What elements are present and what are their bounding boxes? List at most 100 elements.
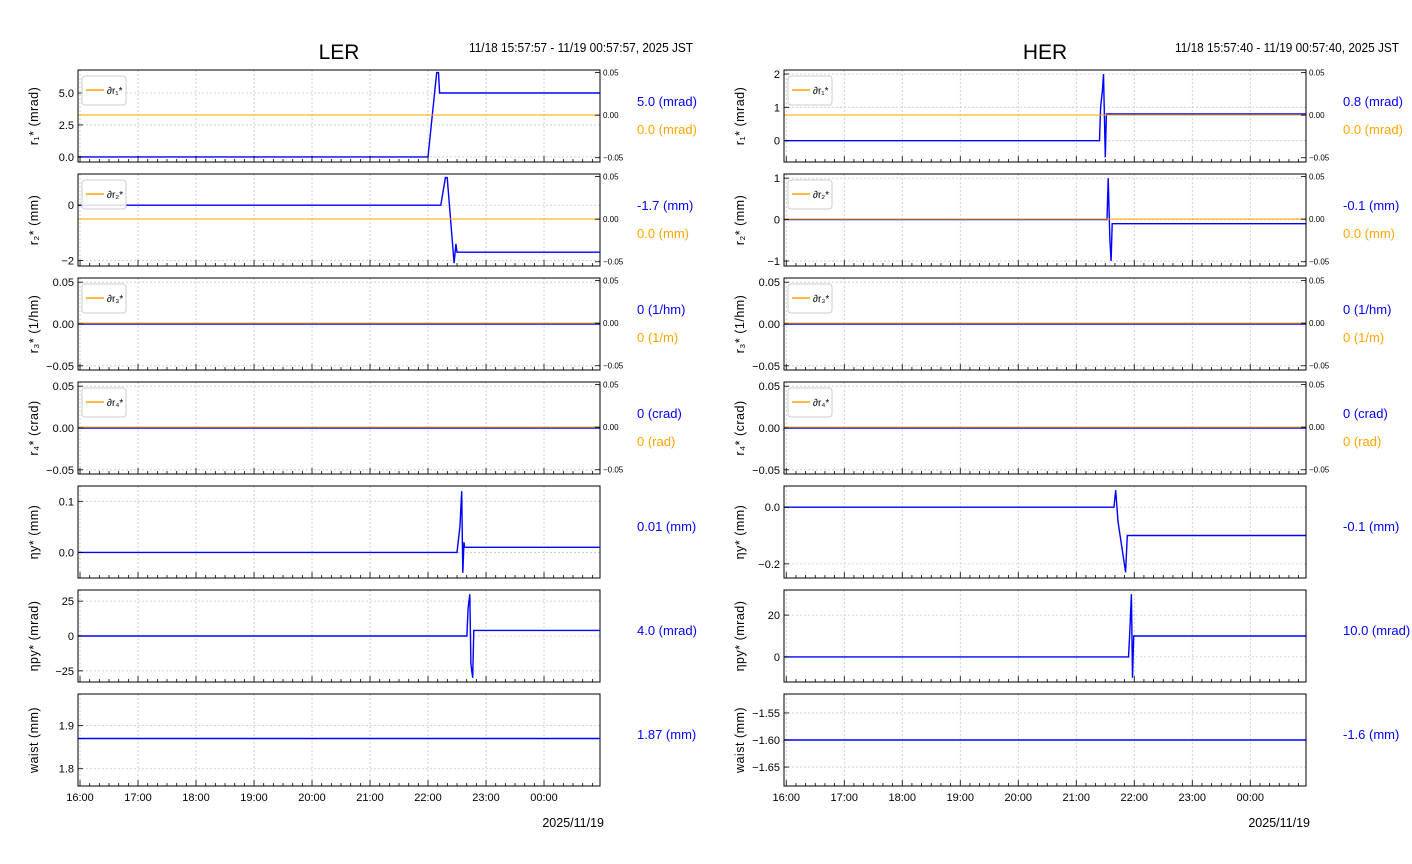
legend-label: ∂r₁*: [813, 86, 829, 97]
right-y-tick-label: 0.05: [1309, 69, 1325, 78]
legend: ∂r₃*: [81, 283, 127, 314]
right-y-tick-label: −0.05: [603, 258, 624, 267]
current-value-readout: 0 (crad): [637, 406, 682, 421]
current-value-readout: 0.0 (mm): [637, 226, 689, 241]
right-y-tick-label: 0.00: [1309, 319, 1325, 328]
current-value-readout: -0.1 (mm): [1343, 198, 1399, 213]
x-tick-label: 18:00: [182, 792, 210, 804]
y-axis-label: ηy* (mm): [733, 505, 747, 560]
y-tick-label: 0: [774, 136, 780, 148]
subplot-r3: −0.05 0.00 0.05 −0.05 0.00 0.05 r₃* (1/hm) ∂r₃*…: [733, 277, 1391, 373]
current-value-readout: 4.0 (mrad): [637, 623, 697, 638]
x-tick-label: 22:00: [1120, 792, 1148, 804]
y-axis-label: ηpy* (mrad): [27, 601, 41, 672]
y-axis-label: ηpy* (mrad): [733, 601, 747, 672]
legend-label: ∂r₂*: [813, 190, 829, 201]
y-tick-label: 1.9: [59, 721, 74, 733]
right-y-tick-label: 0.05: [1309, 173, 1325, 182]
y-tick-label: 0.05: [53, 381, 74, 393]
legend-label: ∂r₄*: [107, 398, 123, 409]
x-tick-label: 20:00: [1004, 792, 1032, 804]
legend-label: ∂r₁*: [107, 86, 123, 97]
current-value-readout: 1.87 (mm): [637, 727, 696, 742]
y-tick-label: −0.05: [46, 361, 74, 373]
x-tick-label: 17:00: [124, 792, 152, 804]
y-tick-label: 0.05: [53, 277, 74, 289]
y-axis-label: r₄* (crad): [27, 400, 41, 455]
x-tick-label: 21:00: [356, 792, 384, 804]
right-y-tick-label: −0.05: [603, 466, 624, 475]
y-axis-label: waist (mm): [733, 707, 747, 774]
legend: ∂r₄*: [787, 387, 833, 418]
right-y-tick-label: 0.05: [603, 69, 619, 78]
legend: ∂r₂*: [81, 179, 127, 210]
y-axis-label: r₂* (mm): [733, 195, 747, 246]
legend: ∂r₁*: [787, 75, 833, 106]
x-tick-label: 19:00: [240, 792, 268, 804]
right-y-tick-label: 0.00: [1309, 111, 1325, 120]
y-tick-label: 25: [62, 596, 74, 608]
y-tick-label: 0.00: [759, 319, 780, 331]
right-y-tick-label: 0.00: [603, 215, 619, 224]
y-axis-label: r₃* (1/hm): [733, 295, 747, 354]
y-tick-label: −0.05: [46, 465, 74, 477]
subplot-eta_y: 0.0 0.1 ηy* (mm) 0.01 (mm): [27, 485, 696, 579]
x-axis-date-label: 2025/11/19: [542, 816, 604, 830]
x-tick-label: 18:00: [888, 792, 916, 804]
right-y-tick-label: 0.00: [1309, 215, 1325, 224]
current-value-readout: 0 (rad): [637, 434, 675, 449]
right-y-tick-label: 0.00: [603, 423, 619, 432]
y-tick-label: −0.05: [752, 465, 780, 477]
right-y-tick-label: −0.05: [603, 154, 624, 163]
y-tick-label: 0: [68, 631, 74, 643]
x-tick-label: 23:00: [472, 792, 500, 804]
y-tick-label: 20: [768, 610, 780, 622]
current-value-readout: 0 (crad): [1343, 406, 1388, 421]
right-y-tick-label: 0.05: [1309, 277, 1325, 286]
series-line-eta_y: [78, 491, 600, 573]
legend: ∂r₄*: [81, 387, 127, 418]
subplot-eta_py: −25 0 25 ηpy* (mrad) 4.0 (mrad): [27, 589, 697, 683]
y-axis-label: r₃* (1/hm): [27, 295, 41, 354]
y-tick-label: −1.55: [752, 708, 780, 720]
y-tick-label: 1: [774, 173, 780, 185]
y-tick-label: 0.00: [53, 319, 74, 331]
legend-label: ∂r₃*: [107, 294, 123, 305]
legend: ∂r₃*: [787, 283, 833, 314]
series-line-r2: [78, 176, 600, 264]
subplot-r4: −0.05 0.00 0.05 −0.05 0.00 0.05 r₄* (crad) ∂r₄*…: [733, 381, 1388, 477]
right-y-tick-label: −0.05: [1309, 258, 1330, 267]
y-axis-label: r₂* (mm): [27, 195, 41, 246]
y-tick-label: 0.0: [59, 152, 74, 164]
current-value-readout: 0 (1/m): [1343, 330, 1384, 345]
y-tick-label: −0.2: [758, 559, 780, 571]
current-value-readout: 0 (1/hm): [637, 302, 685, 317]
plot-frame: [77, 693, 601, 787]
x-tick-label: 22:00: [414, 792, 442, 804]
current-value-readout: 0.0 (mrad): [637, 122, 697, 137]
subplot-waist: 1.8 1.9 waist (mm) 1.87 (mm): [27, 693, 696, 787]
y-tick-label: −1.60: [752, 735, 780, 747]
current-value-readout: 0.8 (mrad): [1343, 94, 1403, 109]
subplot-r1: 0 1 2 −0.05 0.00 0.05 r₁* (mrad) ∂r₁* 0.8 (mrad)…: [733, 69, 1403, 163]
y-tick-label: 0: [774, 652, 780, 664]
panel-title: HER: [1023, 41, 1067, 64]
subplot-r2: −1 0 1 −0.05 0.00 0.05 r₂* (mm) ∂r₂* -0.1 (mm) 0.…: [733, 173, 1399, 268]
x-tick-label: 16:00: [772, 792, 800, 804]
current-value-readout: 5.0 (mrad): [637, 94, 697, 109]
y-tick-label: −0.05: [752, 361, 780, 373]
right-y-tick-label: −0.05: [603, 362, 624, 371]
y-tick-label: −2: [61, 255, 74, 267]
y-tick-label: 0: [774, 215, 780, 227]
y-tick-label: 0.05: [759, 381, 780, 393]
subplot-r2: −2 0 −0.05 0.00 0.05 r₂* (mm) ∂r₂* -1.7 (mm) 0.0…: [27, 173, 693, 268]
legend-label: ∂r₄*: [813, 398, 829, 409]
y-tick-label: −1.65: [752, 762, 780, 774]
beam-optics-monitor-chart: LER 11/18 15:57:57 - 11/19 00:57:57, 2025…: [27, 41, 1410, 830]
current-value-readout: 0.01 (mm): [637, 519, 696, 534]
y-tick-label: −1: [767, 256, 780, 268]
legend: ∂r₁*: [81, 75, 127, 106]
y-tick-label: 1.8: [59, 764, 74, 776]
plot-frame: [783, 69, 1307, 163]
y-axis-label: r₁* (mrad): [733, 87, 747, 146]
